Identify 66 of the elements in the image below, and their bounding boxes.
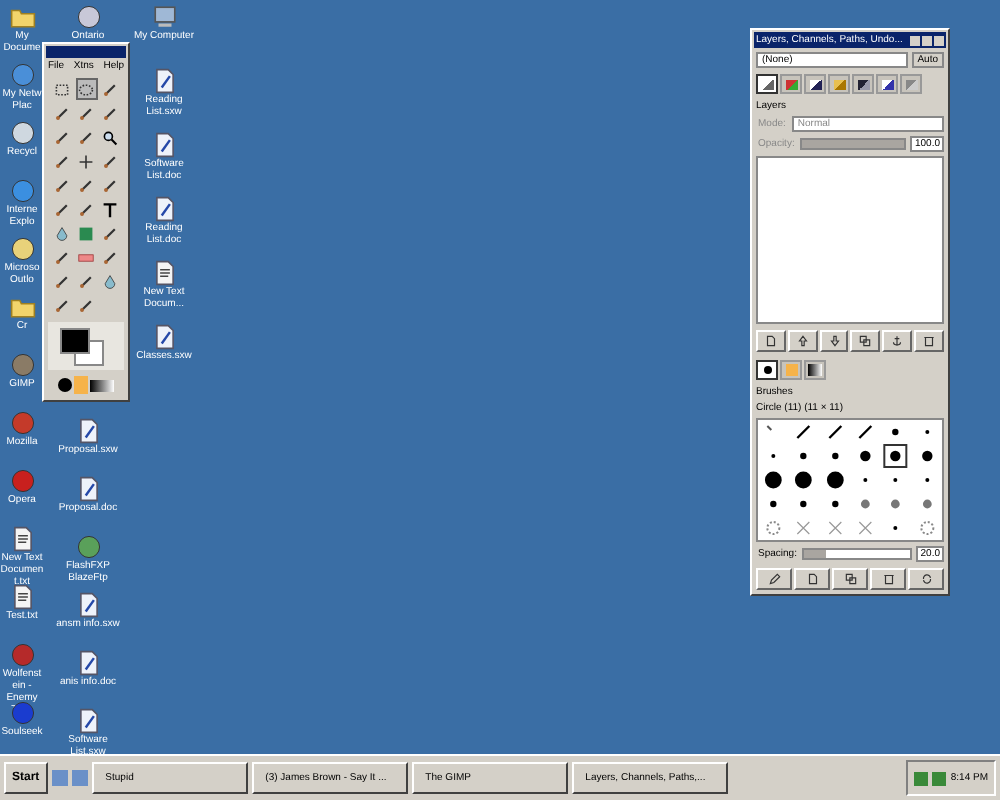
lower-layer-button[interactable] (819, 330, 849, 352)
lower-icon (827, 334, 842, 348)
brush-preview[interactable] (58, 378, 72, 392)
tool-button[interactable] (99, 126, 121, 148)
brush-tab[interactable] (756, 360, 778, 380)
folder-icon[interactable] (9, 294, 35, 320)
bucket-icon (54, 225, 70, 241)
fonts-tab[interactable] (876, 74, 898, 94)
new-icon (763, 334, 778, 348)
close-icon[interactable] (934, 35, 944, 45)
textdoc-icon[interactable] (9, 584, 35, 610)
delete-icon (881, 572, 895, 586)
writer-icon[interactable] (151, 68, 177, 94)
layers-tab[interactable] (756, 74, 778, 94)
eraser-icon (78, 249, 94, 265)
writer-icon[interactable] (151, 132, 177, 158)
edit-brush-button[interactable] (756, 568, 792, 590)
tool-button[interactable] (99, 198, 121, 220)
color-swatches[interactable] (48, 322, 124, 370)
writer-icon[interactable] (75, 650, 101, 676)
textdoc-icon[interactable] (151, 260, 177, 286)
tool-button[interactable] (75, 78, 97, 100)
delete-icon (922, 334, 937, 348)
textdoc-icon[interactable] (9, 526, 35, 552)
duplicate-layer-button[interactable] (850, 330, 881, 352)
text-icon (102, 201, 118, 217)
computer-icon[interactable] (151, 4, 177, 30)
title-bar (46, 46, 126, 58)
anchor-layer-button[interactable] (882, 330, 913, 352)
tool-button[interactable] (51, 78, 73, 100)
writer-icon[interactable] (151, 324, 177, 350)
zoom-icon (102, 129, 118, 145)
image-tab[interactable] (852, 74, 874, 94)
folder-docs-icon[interactable] (9, 4, 35, 30)
spacing-slider[interactable] (802, 548, 913, 560)
refresh-brush-button[interactable] (908, 568, 944, 590)
writer-icon[interactable] (151, 196, 177, 222)
maximize-icon[interactable] (922, 35, 932, 45)
delete-brush-button[interactable] (870, 568, 906, 590)
ellipse-icon (78, 81, 94, 97)
edit-icon (767, 572, 781, 586)
raise-layer-button[interactable] (787, 330, 818, 352)
new-icon (805, 572, 819, 586)
duplicate-brush-button[interactable] (832, 568, 868, 590)
writer-icon[interactable] (75, 418, 101, 444)
anchor-icon (890, 334, 905, 348)
raise-icon (795, 334, 810, 348)
refresh-icon (919, 572, 933, 586)
gradient-tab[interactable] (804, 360, 826, 380)
new-brush-button[interactable] (794, 568, 830, 590)
writer-icon[interactable] (75, 708, 101, 734)
duplicate-icon (843, 572, 857, 586)
rect-icon (54, 81, 70, 97)
drop-icon (102, 273, 118, 289)
new-layer-button[interactable] (756, 330, 786, 352)
opacity-slider[interactable] (800, 138, 907, 150)
delete-layer-button[interactable] (914, 330, 944, 352)
gradient-preview[interactable] (90, 379, 114, 391)
duplicate-icon (858, 334, 873, 348)
minimize-icon[interactable] (910, 35, 920, 45)
move-icon (78, 153, 94, 169)
blend-icon (78, 225, 94, 241)
writer-icon[interactable] (75, 476, 101, 502)
paths-tab[interactable] (804, 74, 826, 94)
writer-icon[interactable] (75, 592, 101, 618)
brush-preview[interactable] (880, 444, 912, 468)
